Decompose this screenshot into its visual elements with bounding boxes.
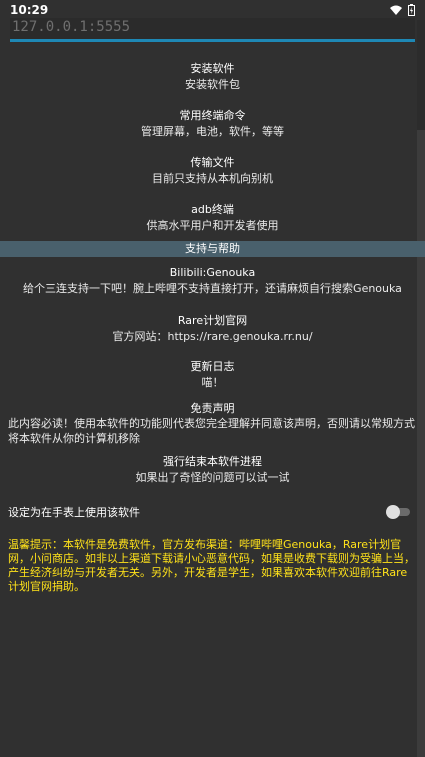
support-item-title: Bilibili:Genouka	[169, 266, 256, 279]
watch-mode-label: 设定为在手表上使用该软件	[8, 506, 140, 519]
support-item-title: 更新日志	[190, 360, 235, 373]
disclaimer-title[interactable]: 免责声明	[0, 401, 425, 417]
address-input[interactable]: 127.0.0.1:5555	[10, 18, 415, 42]
status-time: 10:29	[10, 3, 49, 17]
support-item-subtitle: 官方网站：https://rare.genouka.rr.nu/	[112, 330, 313, 343]
switch-knob	[386, 505, 400, 519]
menu-item-title: adb终端	[191, 203, 234, 216]
support-item-subtitle: 喵！	[201, 376, 224, 389]
menu-terminal-commands[interactable]: 常用终端命令 管理屏幕，电池，软件，等等	[0, 108, 425, 140]
menu-item-title: 安装软件	[190, 62, 235, 75]
force-stop-title: 强行结束本软件进程	[163, 455, 262, 468]
status-icons	[390, 4, 415, 16]
menu-adb-terminal[interactable]: adb终端 供高水平用户和开发者使用	[0, 202, 425, 234]
force-stop-subtitle: 如果出了奇怪的问题可以试一试	[135, 471, 290, 484]
menu-item-subtitle: 安装软件包	[185, 78, 240, 91]
support-bilibili[interactable]: Bilibili:Genouka 给个三连支持一下吧！腕上哔哩不支持直接打开，还…	[0, 265, 425, 297]
menu-item-subtitle: 供高水平用户和开发者使用	[146, 219, 279, 232]
status-bar: 10:29	[0, 0, 425, 20]
disclaimer-body: 此内容必读！使用本软件的功能则代表您完全理解并同意该声明，否则请以常规方式将本软…	[8, 417, 415, 445]
notice-text: 温馨提示：本软件是免费软件，官方发布渠道：哔哩哔哩Genouka，Rare计划官…	[8, 538, 415, 593]
battery-icon	[408, 4, 415, 16]
support-item-title: Rare计划官网	[177, 314, 248, 327]
menu-item-title: 传输文件	[190, 156, 235, 169]
menu-install-software[interactable]: 安装软件 安装软件包	[0, 61, 425, 93]
wifi-icon	[390, 5, 402, 15]
support-rare-website[interactable]: Rare计划官网 官方网站：https://rare.genouka.rr.nu…	[0, 313, 425, 345]
menu-item-title: 常用终端命令	[179, 109, 246, 122]
force-stop-process[interactable]: 强行结束本软件进程 如果出了奇怪的问题可以试一试	[0, 454, 425, 486]
menu-item-subtitle: 管理屏幕，电池，软件，等等	[141, 125, 284, 138]
section-header-support: 支持与帮助	[0, 241, 425, 257]
support-changelog[interactable]: 更新日志 喵！	[0, 359, 425, 391]
support-item-subtitle: 给个三连支持一下吧！腕上哔哩不支持直接打开，还请麻烦自行搜索Genouka	[23, 282, 402, 295]
watch-mode-row[interactable]: 设定为在手表上使用该软件	[8, 503, 412, 521]
menu-item-subtitle: 目前只支持从本机向别机	[152, 172, 273, 185]
disclaimer-title-text: 免责声明	[190, 402, 235, 415]
watch-mode-switch[interactable]	[386, 505, 412, 519]
menu-transfer-files[interactable]: 传输文件 目前只支持从本机向别机	[0, 155, 425, 187]
